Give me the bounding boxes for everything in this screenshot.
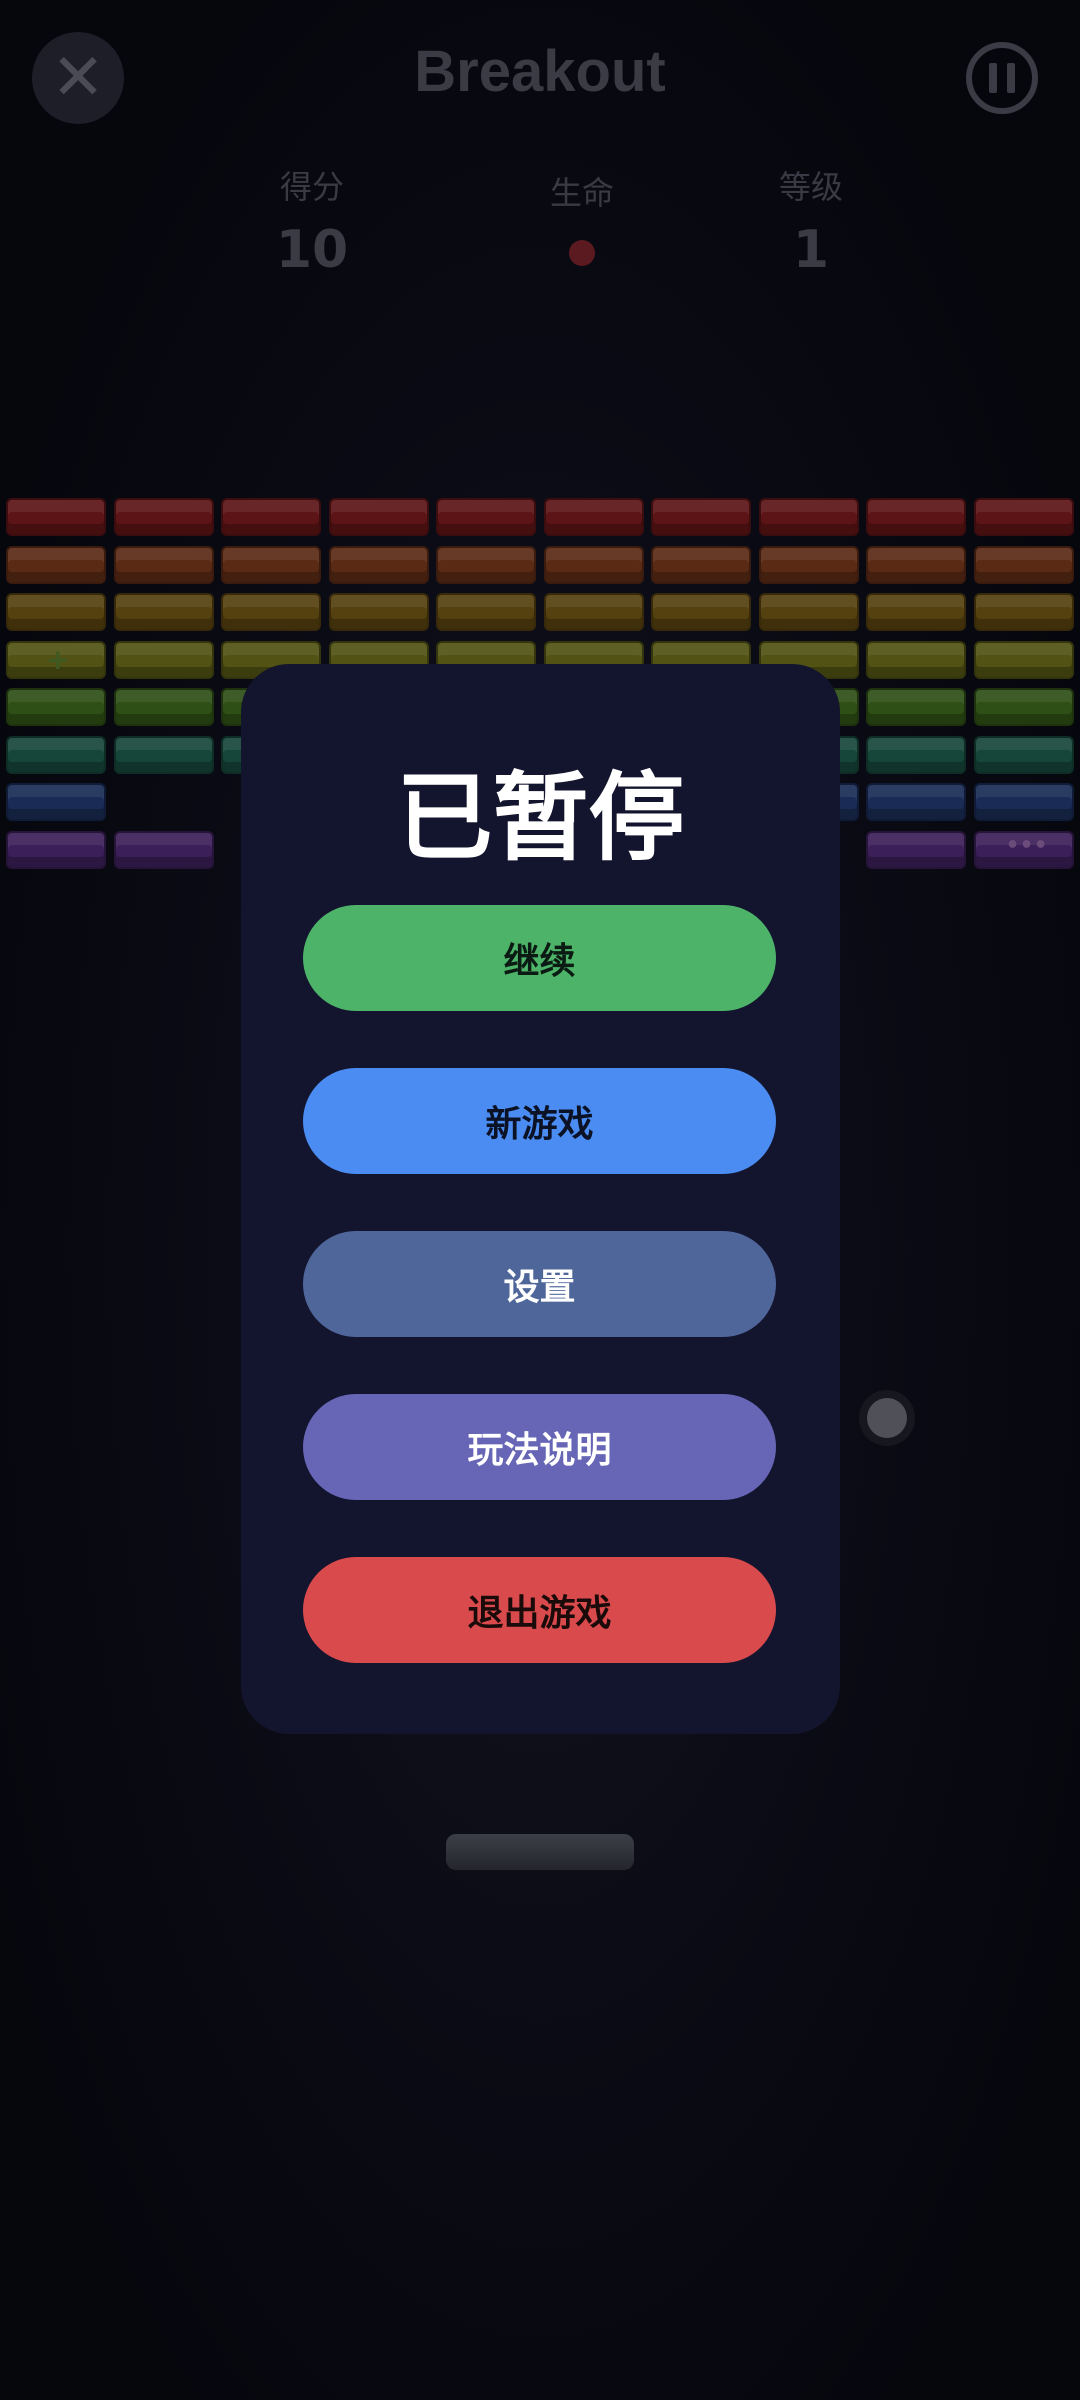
menu-button-label: 退出游戏 [467, 1593, 612, 1634]
brick [973, 498, 1074, 536]
pause-menu: 已暂停 继续新游戏设置玩法说明退出游戏 [241, 664, 840, 1734]
brick [973, 688, 1074, 726]
brick [866, 735, 966, 774]
brick [113, 688, 214, 726]
menu-button-label: 玩法说明 [467, 1430, 612, 1471]
brick [436, 498, 536, 536]
brick [221, 593, 321, 631]
brick [221, 498, 321, 536]
how-to-play-button[interactable]: 玩法说明 [303, 1394, 776, 1500]
settings-button[interactable]: 设置 [303, 1231, 776, 1337]
brick [866, 688, 966, 726]
brick [651, 545, 751, 584]
powerup-mark: ••• [1005, 832, 1048, 858]
menu-button-label: 新游戏 [485, 1104, 594, 1145]
brick [973, 593, 1074, 631]
brick [973, 640, 1074, 679]
brick [113, 640, 214, 679]
brick [866, 545, 966, 584]
brick [543, 593, 644, 631]
brick [113, 593, 214, 631]
brick [6, 688, 106, 726]
ball [867, 1398, 907, 1438]
brick [113, 545, 214, 584]
brick [866, 640, 966, 679]
menu-button-label: 继续 [503, 941, 576, 982]
brick [6, 830, 106, 869]
brick [866, 783, 966, 821]
brick [328, 545, 429, 584]
brick [866, 830, 966, 869]
resume-button[interactable]: 继续 [303, 905, 776, 1011]
brick [113, 498, 214, 536]
powerup-mark: + [46, 642, 70, 676]
brick [221, 545, 321, 584]
brick [973, 545, 1074, 584]
brick [758, 545, 859, 584]
brick [436, 545, 536, 584]
paddle[interactable] [446, 1834, 634, 1870]
brick [973, 735, 1074, 774]
brick [436, 593, 536, 631]
brick [973, 783, 1074, 821]
brick [543, 545, 644, 584]
brick [651, 498, 751, 536]
brick [543, 498, 644, 536]
brick [328, 498, 429, 536]
new-game-button[interactable]: 新游戏 [303, 1068, 776, 1174]
brick [651, 593, 751, 631]
brick [328, 593, 429, 631]
brick [113, 830, 214, 869]
menu-button-label: 设置 [503, 1267, 576, 1308]
pause-title: 已暂停 [396, 762, 685, 874]
brick [6, 783, 106, 821]
brick [758, 498, 859, 536]
brick [866, 498, 966, 536]
brick [6, 545, 106, 584]
brick [6, 735, 106, 774]
brick [6, 498, 106, 536]
brick [6, 593, 106, 631]
brick [866, 593, 966, 631]
game-board[interactable]: ✕ Breakout 得分 10 生命 等级 1 + ••• 已暂停 继续 新游戏设… [0, 0, 1080, 2400]
brick [113, 735, 214, 774]
quit-game-button[interactable]: 退出游戏 [303, 1557, 776, 1663]
brick [758, 593, 859, 631]
